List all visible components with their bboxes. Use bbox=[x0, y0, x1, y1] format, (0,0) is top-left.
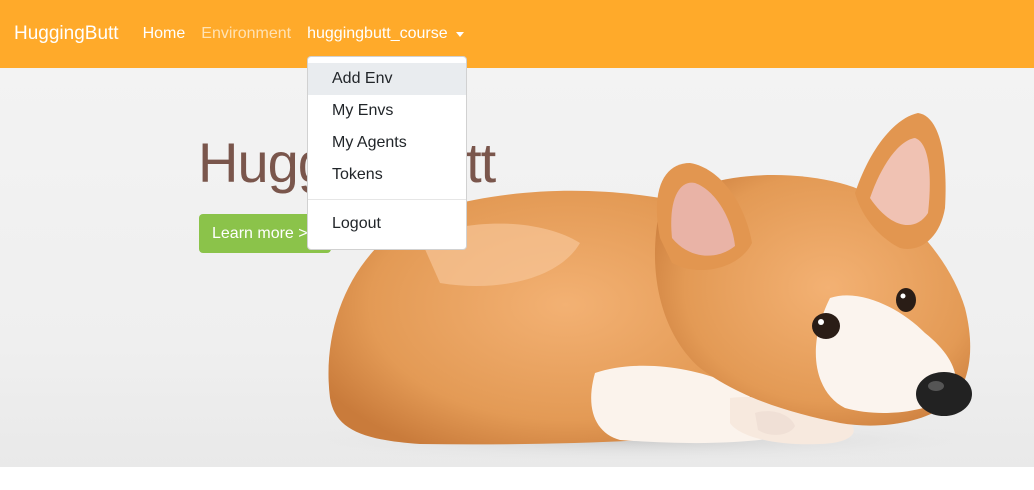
nav-home-link[interactable]: Home bbox=[143, 25, 186, 43]
user-menu-toggle[interactable]: huggingbutt_course bbox=[307, 25, 464, 43]
menu-item-logout[interactable]: Logout bbox=[308, 208, 466, 240]
top-navbar: HuggingButt Home Environment huggingbutt… bbox=[0, 0, 1034, 68]
hero-banner: HuggingButt Learn more > bbox=[0, 68, 1034, 467]
brand-link[interactable]: HuggingButt bbox=[14, 23, 119, 45]
menu-item-my-agents[interactable]: My Agents bbox=[308, 127, 466, 159]
user-menu-label: huggingbutt_course bbox=[307, 25, 448, 42]
nav-environment-link[interactable]: Environment bbox=[201, 25, 291, 43]
menu-item-tokens[interactable]: Tokens bbox=[308, 159, 466, 191]
menu-item-add-env[interactable]: Add Env bbox=[308, 63, 466, 95]
user-dropdown-menu: Add Env My Envs My Agents Tokens Logout bbox=[307, 56, 467, 250]
caret-down-icon bbox=[455, 32, 464, 37]
corgi-image bbox=[280, 113, 1000, 462]
menu-item-my-envs[interactable]: My Envs bbox=[308, 95, 466, 127]
menu-divider bbox=[308, 199, 466, 200]
